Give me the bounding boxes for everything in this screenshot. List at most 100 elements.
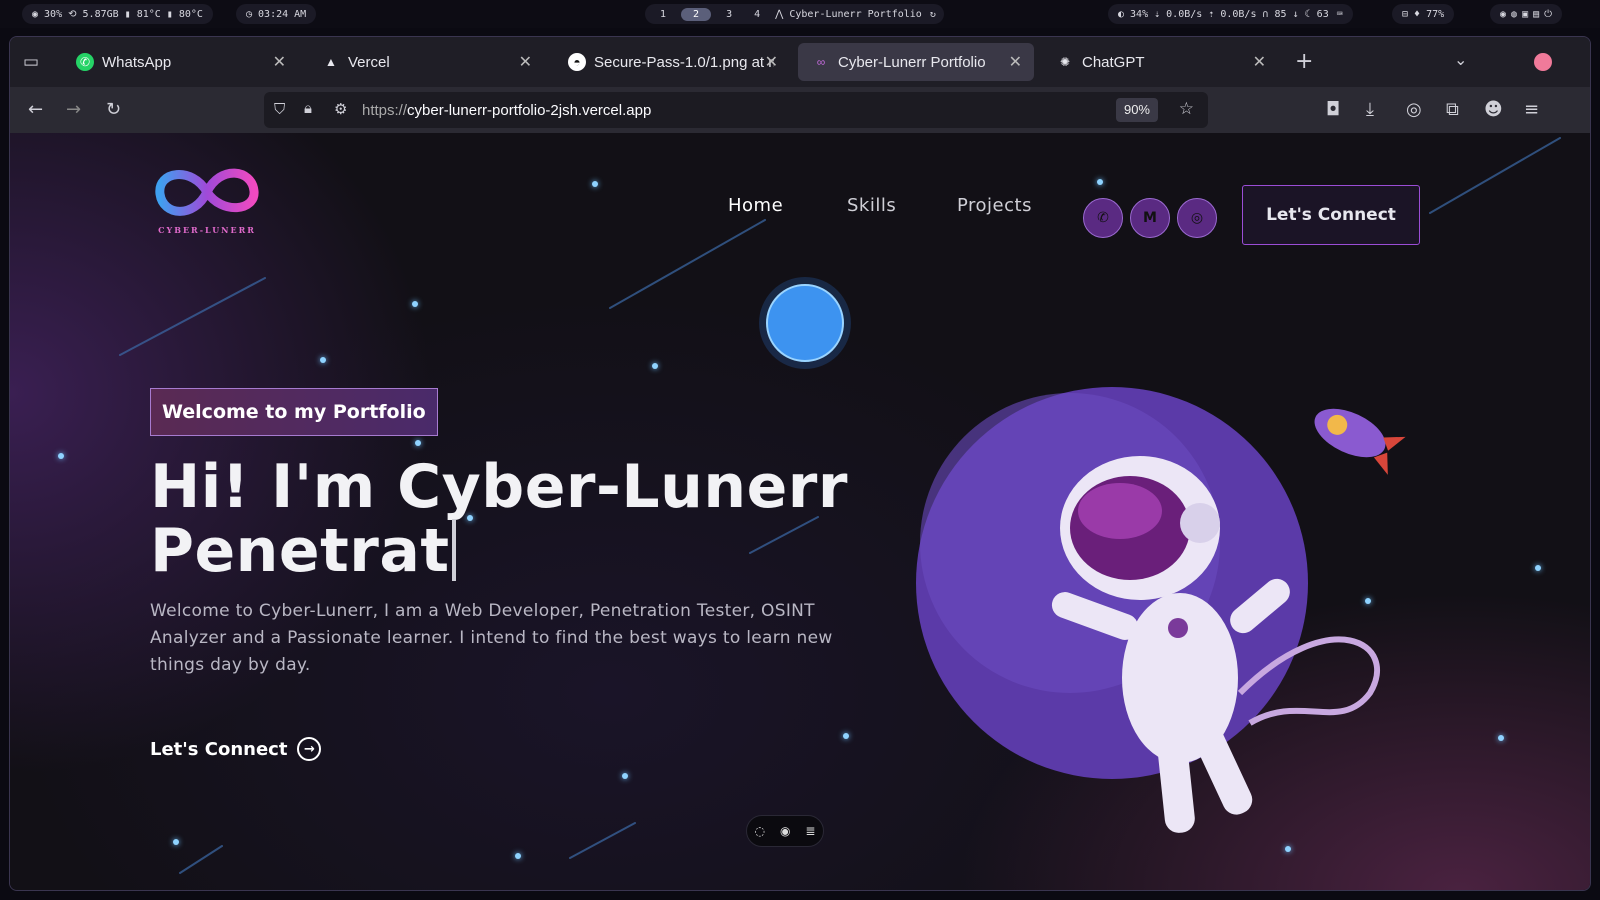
star-dot: [843, 733, 849, 739]
portfolio-page: CYBER-LUNERR Home Skills Projects ✆ M ◎ …: [10, 133, 1590, 890]
system-status-bar: ◉ 30% ⟲ 5.87GB ▮ 81°C ▮ 80°C ◷ 03:24 AM …: [0, 0, 1600, 28]
workspace-4[interactable]: 4: [747, 8, 767, 21]
pocket-icon[interactable]: ◘: [1326, 99, 1340, 120]
close-tab-icon[interactable]: ✕: [273, 52, 286, 72]
clock: ◷ 03:24 AM: [236, 4, 317, 24]
tab-label: WhatsApp: [102, 53, 172, 71]
star-dot: [1535, 565, 1541, 571]
star-dot: [58, 453, 64, 459]
star-dot: [592, 181, 598, 187]
vercel-icon: ▲: [325, 55, 337, 69]
shooting-star: [179, 845, 223, 874]
comment-icon[interactable]: ◌: [754, 824, 764, 838]
profile-avatar-icon[interactable]: ☻: [1484, 99, 1503, 120]
close-tab-icon[interactable]: ✕: [765, 52, 778, 72]
instagram-social-button[interactable]: ◎: [1177, 198, 1217, 238]
shooting-star: [1429, 137, 1561, 214]
star-dot: [320, 357, 326, 363]
close-tab-icon[interactable]: ✕: [1009, 52, 1022, 72]
floating-toolbar: ◌ ◉ ≣: [746, 815, 824, 847]
arrow-right-circle-icon: →: [297, 737, 322, 761]
system-stats: ◉ 30% ⟲ 5.87GB ▮ 81°C ▮ 80°C: [22, 4, 213, 24]
lock-icon[interactable]: 🔒︎: [304, 99, 312, 117]
extensions-icon[interactable]: ⧉: [1446, 99, 1459, 120]
screenshot-icon[interactable]: ▣: [1522, 9, 1528, 20]
network-stats-text: ◐ 34% ⇣ 0.0B/s ⇡ 0.0B/s ∩ 85 ↓ ☾ 63: [1118, 8, 1329, 20]
tab-github[interactable]: ◓ Secure-Pass-1.0/1.png at m ✕: [554, 43, 790, 81]
blue-planet: [766, 284, 844, 362]
workspace-2[interactable]: 2: [681, 7, 712, 21]
lets-connect-button[interactable]: Let's Connect: [1242, 185, 1420, 245]
bell-icon[interactable]: ◉: [1500, 9, 1506, 20]
reload-icon[interactable]: ↻: [106, 99, 121, 120]
browser-window: ▭ ✆ WhatsApp ✕ ▲ Vercel ✕ ◓ Secure-Pass-…: [9, 36, 1591, 891]
welcome-tagline: Welcome to my Portfolio: [150, 388, 438, 436]
star-dot: [1365, 598, 1371, 604]
site-logo[interactable]: CYBER-LUNERR: [152, 161, 262, 241]
nav-home[interactable]: Home: [728, 195, 783, 216]
shooting-star: [609, 219, 766, 309]
active-window-title: ⋀ Cyber-Lunerr Portfolio: [775, 8, 922, 20]
tray-icons: ◉ ◍ ▣ ▤ ⏻: [1490, 4, 1563, 24]
url-text[interactable]: https://cyber-lunerr-portfolio-2jsh.verc…: [362, 102, 651, 119]
star-dot: [1285, 846, 1291, 852]
close-tab-icon[interactable]: ✕: [519, 52, 532, 72]
rocket-illustration: [1314, 408, 1406, 475]
download-icon[interactable]: ⤓: [1366, 99, 1374, 120]
tab-vercel[interactable]: ▲ Vercel ✕: [308, 43, 544, 81]
github-icon: ◓: [568, 53, 586, 71]
tab-bar: ▭ ✆ WhatsApp ✕ ▲ Vercel ✕ ◓ Secure-Pass-…: [10, 37, 1590, 87]
shooting-star: [569, 822, 636, 859]
whatsapp-icon: ✆: [1097, 210, 1109, 226]
logo-text: CYBER-LUNERR: [158, 225, 256, 235]
infinity-logo-icon: [155, 168, 259, 216]
clock-text: ◷ 03:24 AM: [246, 8, 307, 20]
clipboard-icon[interactable]: ▤: [1533, 9, 1539, 20]
power-icon[interactable]: ⏻: [1544, 9, 1552, 20]
tab-label: Vercel: [348, 53, 390, 71]
star-dot: [1498, 735, 1504, 741]
system-stats-text: ◉ 30% ⟲ 5.87GB ▮ 81°C ▮ 80°C: [32, 8, 203, 20]
new-tab-icon[interactable]: +: [1295, 49, 1313, 74]
tab-whatsapp[interactable]: ✆ WhatsApp ✕: [62, 43, 298, 81]
palette-icon[interactable]: ◍: [1511, 9, 1517, 20]
tab-label: Secure-Pass-1.0/1.png at m: [594, 53, 774, 71]
nav-projects[interactable]: Projects: [957, 195, 1032, 216]
nav-skills[interactable]: Skills: [847, 195, 896, 216]
tab-overview-icon[interactable]: ▭: [23, 52, 39, 72]
bookmark-star-icon[interactable]: ☆: [1179, 99, 1194, 119]
workspace-3[interactable]: 3: [719, 8, 739, 21]
whatsapp-icon: ✆: [76, 53, 94, 71]
whatsapp-social-button[interactable]: ✆: [1083, 198, 1123, 238]
star-dot: [173, 839, 179, 845]
menu-icon[interactable]: ≡: [1524, 99, 1539, 120]
tab-chatgpt[interactable]: ✺ ChatGPT ✕: [1042, 43, 1278, 81]
address-bar[interactable]: ⛉ 🔒︎ ⚙ https://cyber-lunerr-portfolio-2j…: [264, 92, 1208, 128]
workspace-1[interactable]: 1: [653, 8, 673, 21]
chevron-down-icon[interactable]: ⌄: [1454, 50, 1467, 69]
medium-social-button[interactable]: M: [1130, 198, 1170, 238]
eye-icon[interactable]: ◉: [780, 824, 790, 838]
tab-cyber-lunerr-portfolio[interactable]: ∞ Cyber-Lunerr Portfolio ✕: [798, 43, 1034, 81]
account-icon[interactable]: ◎: [1406, 99, 1422, 120]
permissions-icon[interactable]: ⚙: [334, 100, 347, 118]
list-icon[interactable]: ≣: [805, 824, 815, 838]
account-dot[interactable]: [1534, 53, 1552, 71]
close-tab-icon[interactable]: ✕: [1253, 52, 1266, 72]
back-icon[interactable]: ←: [28, 99, 43, 120]
lets-connect-link[interactable]: Let's Connect →: [150, 737, 322, 761]
keyboard-icon: ⌨: [1336, 8, 1343, 20]
url-host: cyber-lunerr-portfolio-2jsh.vercel.app: [407, 101, 652, 119]
refresh-icon: ↻: [929, 8, 936, 20]
workspace-switcher: 1 2 3 4 ⋀ Cyber-Lunerr Portfolio ↻: [645, 4, 944, 24]
hero-line-2: Penetrat: [150, 519, 848, 583]
battery-text: ⊟ ♦ 77%: [1402, 8, 1445, 20]
star-dot: [652, 363, 658, 369]
zoom-indicator[interactable]: 90%: [1115, 98, 1158, 122]
portfolio-icon: ∞: [816, 55, 826, 69]
shooting-star: [119, 277, 266, 356]
forward-icon[interactable]: →: [66, 99, 81, 120]
url-scheme: https://: [362, 101, 408, 119]
shield-icon[interactable]: ⛉: [274, 100, 285, 118]
tab-label: ChatGPT: [1082, 53, 1145, 71]
